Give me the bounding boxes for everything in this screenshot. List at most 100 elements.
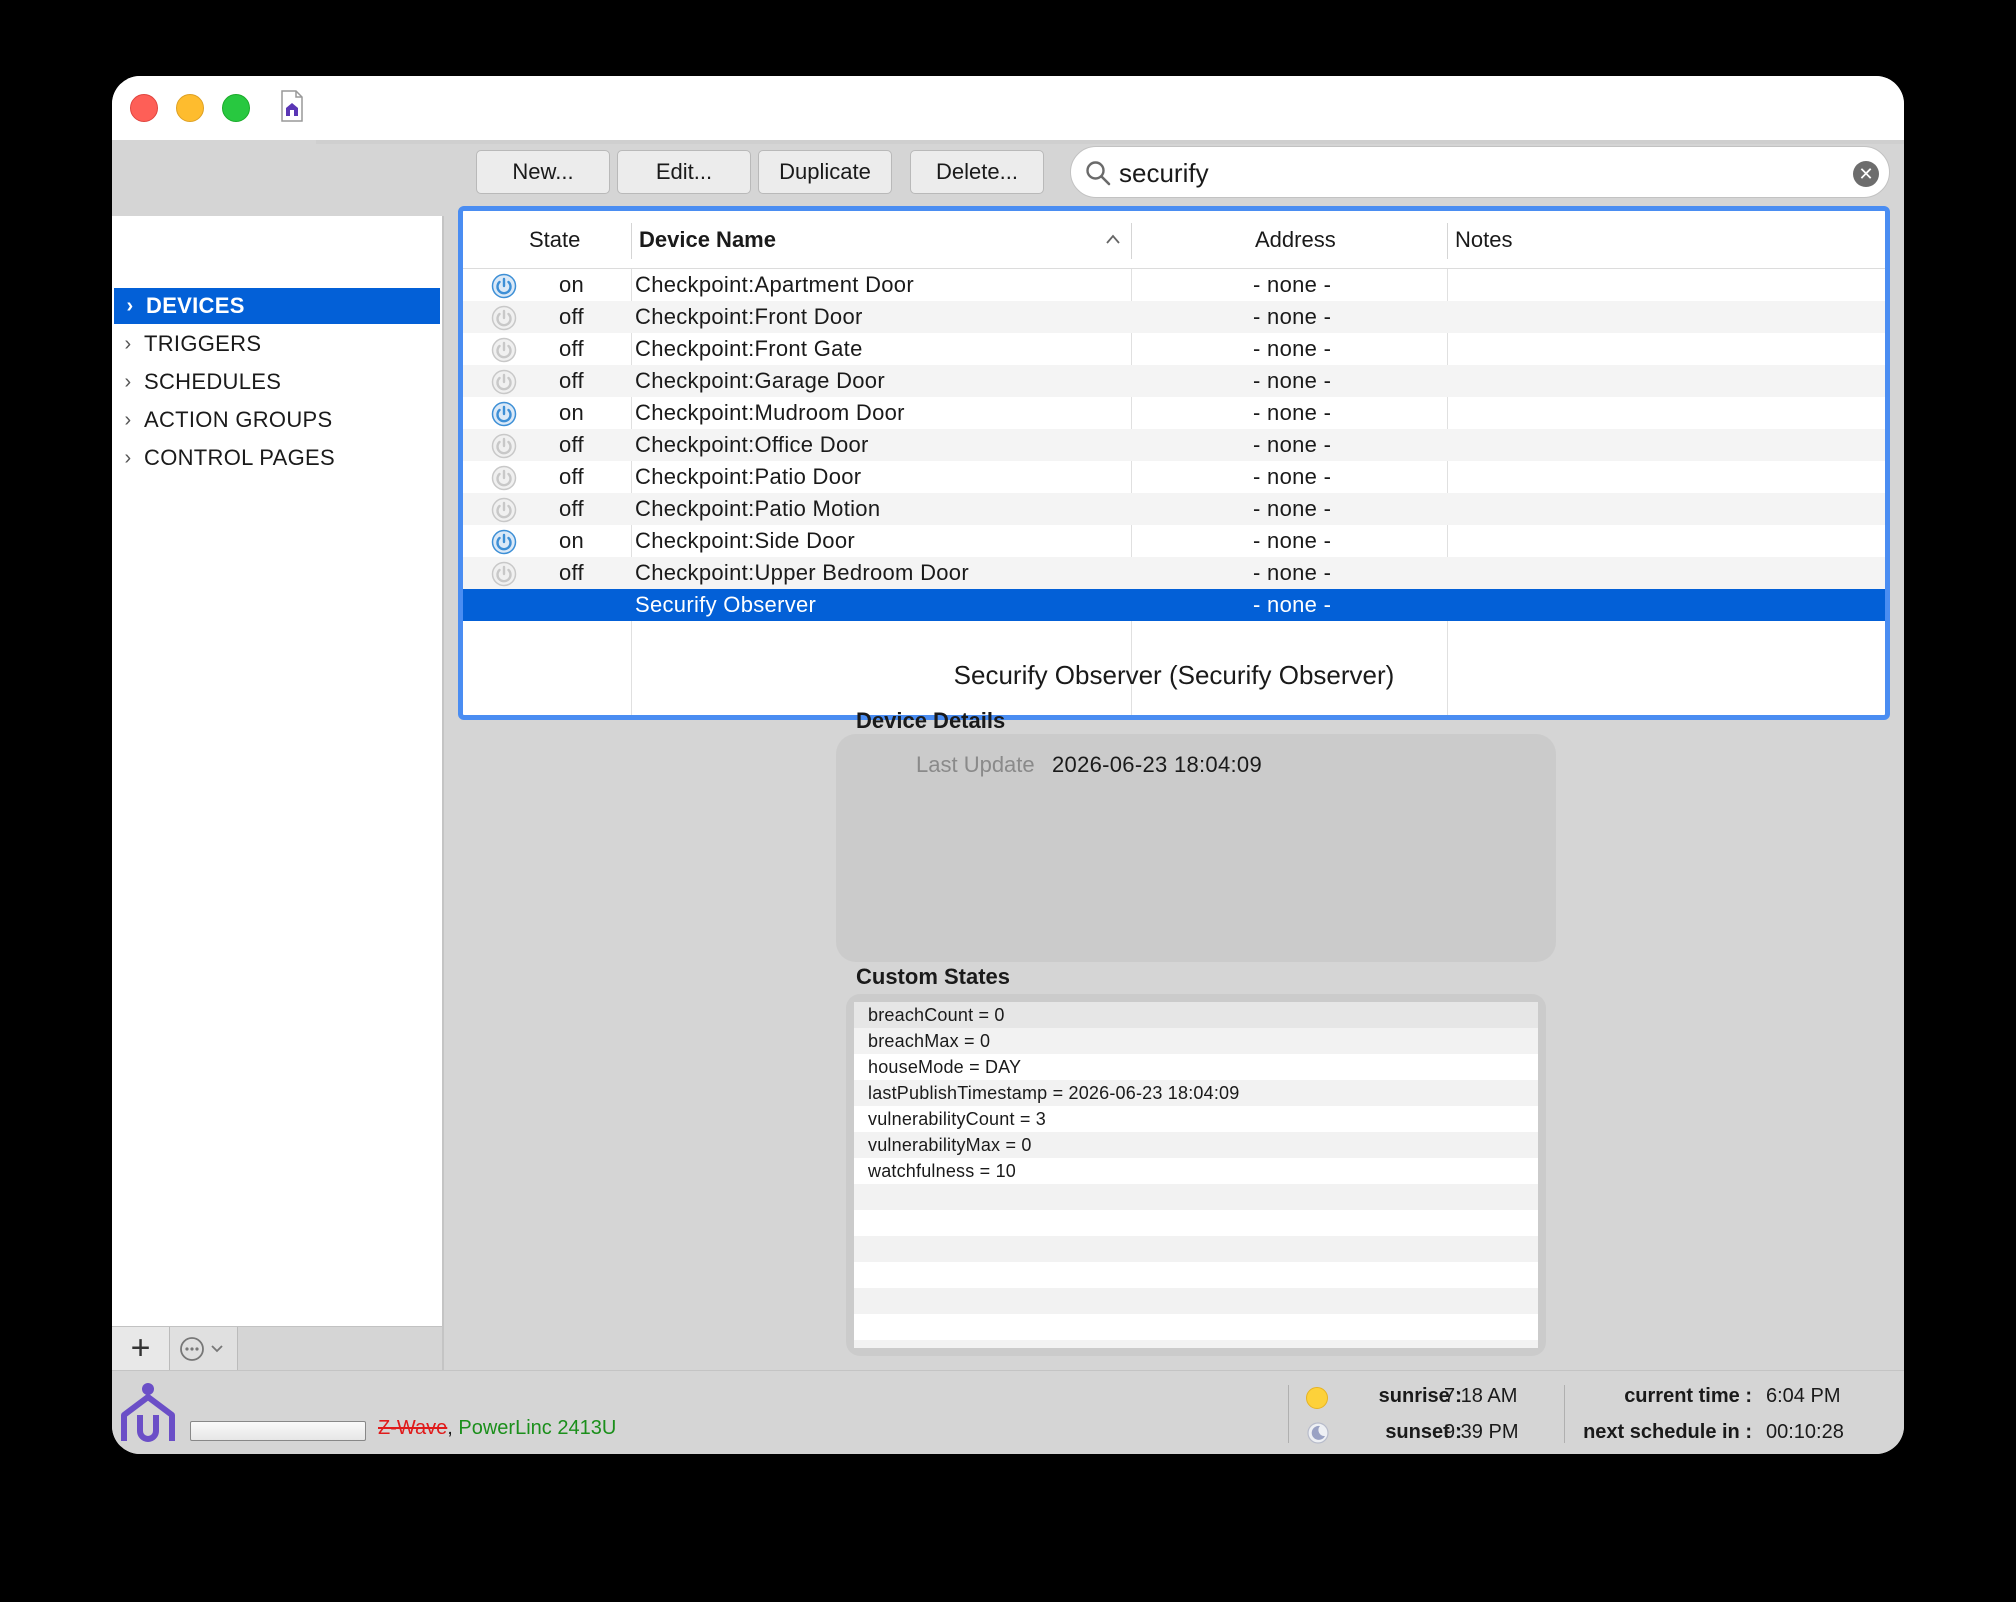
sidebar: › DEVICES › TRIGGERS › SCHEDULES › ACTIO… <box>112 216 442 1326</box>
last-update-label: Last Update <box>916 752 1035 777</box>
sidebar-item-label: TRIGGERS <box>144 331 262 356</box>
next-schedule-value: 00:10:28 <box>1766 1421 1844 1443</box>
sidebar-item-control-pages[interactable]: › CONTROL PAGES <box>112 440 442 476</box>
device-name-cell: Checkpoint:Apartment Door <box>635 272 914 297</box>
table-row[interactable]: off Checkpoint:Front Door - none - <box>463 301 1885 333</box>
delete-button[interactable]: Delete... <box>910 150 1044 194</box>
table-row[interactable]: Securify Observer - none - <box>463 589 1885 621</box>
table-row[interactable]: off Checkpoint:Front Gate - none - <box>463 333 1885 365</box>
edit-button[interactable]: Edit... <box>617 150 751 194</box>
title-bar <box>112 76 1904 140</box>
status-divider <box>1564 1385 1565 1443</box>
list-item[interactable]: vulnerabilityCount = 3 <box>854 1106 1538 1132</box>
duplicate-button[interactable]: Duplicate <box>758 150 892 194</box>
device-name-cell: Checkpoint:Side Door <box>635 528 856 553</box>
add-button[interactable]: + <box>112 1327 170 1371</box>
clear-icon[interactable]: ✕ <box>1853 161 1879 187</box>
search-input[interactable] <box>1119 155 1819 191</box>
list-item[interactable]: vulnerabilityMax = 0 <box>854 1132 1538 1158</box>
state-cell: on <box>559 272 585 297</box>
sunset-value: 9:39 PM <box>1444 1421 1519 1443</box>
state-cell: off <box>559 560 584 585</box>
interface-separator: , <box>447 1417 453 1439</box>
search-field[interactable]: ✕ <box>1070 146 1890 198</box>
more-actions-button[interactable] <box>170 1327 238 1371</box>
table-row[interactable]: on Checkpoint:Apartment Door - none - <box>463 269 1885 301</box>
sort-ascending-icon <box>1106 234 1120 244</box>
table-row[interactable]: off Checkpoint:Upper Bedroom Door - none - <box>463 557 1885 589</box>
column-divider <box>631 223 632 259</box>
indigo-logo-icon <box>121 1383 175 1442</box>
ellipsis-icon <box>180 1337 223 1361</box>
column-header-state[interactable]: State <box>529 211 580 269</box>
powerlinc-interface-status: PowerLinc 2413U <box>458 1417 617 1439</box>
address-cell: - none - <box>1253 272 1332 297</box>
sidebar-divider[interactable] <box>442 216 444 1370</box>
state-cell: off <box>559 464 584 489</box>
sidebar-item-triggers[interactable]: › TRIGGERS <box>112 326 442 362</box>
list-item[interactable]: lastPublishTimestamp = 2026-06-23 18:04:… <box>854 1080 1538 1106</box>
address-cell: - none - <box>1253 304 1332 329</box>
table-row[interactable]: off Checkpoint:Garage Door - none - <box>463 365 1885 397</box>
status-divider <box>1288 1385 1289 1443</box>
column-header-device-name[interactable]: Device Name <box>639 211 776 269</box>
device-name-cell: Checkpoint:Upper Bedroom Door <box>635 560 969 585</box>
custom-states-heading: Custom States <box>856 964 1011 989</box>
list-item[interactable]: watchfulness = 10 <box>854 1158 1538 1184</box>
custom-states-panel: breachCount = 0 breachMax = 0 houseMode = … <box>846 994 1546 1356</box>
state-cell: off <box>559 496 584 521</box>
device-name-cell: Checkpoint:Patio Motion <box>635 496 881 521</box>
custom-states-list[interactable]: breachCount = 0 breachMax = 0 houseMode = … <box>854 1002 1538 1348</box>
address-cell: - none - <box>1253 560 1332 585</box>
power-off-icon <box>491 337 517 363</box>
device-name-cell: Checkpoint:Office Door <box>635 432 869 457</box>
column-header-address[interactable]: Address <box>1255 211 1336 269</box>
power-on-icon <box>491 401 517 427</box>
sidebar-item-schedules[interactable]: › SCHEDULES <box>112 364 442 400</box>
table-row[interactable]: off Checkpoint:Patio Motion - none - <box>463 493 1885 525</box>
device-name-cell: Checkpoint:Front Gate <box>635 336 863 361</box>
app-window: New... Edit... Duplicate Delete... ✕ › D… <box>112 76 1904 1454</box>
device-name-cell: Checkpoint:Front Door <box>635 304 863 329</box>
close-window-button[interactable] <box>130 94 158 122</box>
table-row[interactable]: off Checkpoint:Patio Door - none - <box>463 461 1885 493</box>
power-off-icon <box>491 497 517 523</box>
device-detail-title: Securify Observer (Securify Observer) <box>953 660 1395 690</box>
power-off-icon <box>491 369 517 395</box>
list-item[interactable]: houseMode = DAY <box>854 1054 1538 1080</box>
state-cell: off <box>559 336 584 361</box>
next-schedule-label: next schedule in : <box>1583 1421 1752 1443</box>
sidebar-item-devices[interactable]: › DEVICES <box>114 288 440 324</box>
power-on-icon <box>491 529 517 555</box>
column-header-notes[interactable]: Notes <box>1455 211 1512 269</box>
empty-list-row <box>854 1262 1538 1288</box>
column-divider <box>1131 223 1132 259</box>
device-table[interactable]: State Device Name Address Notes on Checkp… <box>458 206 1890 720</box>
empty-list-row <box>854 1184 1538 1210</box>
list-item[interactable]: breachCount = 0 <box>854 1002 1538 1028</box>
minimize-window-button[interactable] <box>176 94 204 122</box>
chevron-right-icon: › <box>124 332 132 355</box>
chevron-right-icon: › <box>124 446 132 469</box>
empty-list-row <box>854 1288 1538 1314</box>
moon-icon <box>1307 1422 1329 1444</box>
new-button[interactable]: New... <box>476 150 610 194</box>
device-details-heading: Device Details <box>856 708 1006 733</box>
search-icon <box>1086 161 1111 186</box>
zoom-window-button[interactable] <box>222 94 250 122</box>
address-cell: - none - <box>1253 368 1332 393</box>
status-bar: Z-Wave, PowerLinc 2413U sunrise : 7:18 A… <box>112 1370 1904 1454</box>
table-row[interactable]: on Checkpoint:Mudroom Door - none - <box>463 397 1885 429</box>
sidebar-item-action-groups[interactable]: › ACTION GROUPS <box>112 402 442 438</box>
device-name-cell: Securify Observer <box>635 592 817 617</box>
empty-list-row <box>854 1314 1538 1340</box>
list-item[interactable]: breachMax = 0 <box>854 1028 1538 1054</box>
chevron-right-icon: › <box>126 294 134 317</box>
zwave-interface-status: Z-Wave <box>378 1417 448 1439</box>
state-cell: off <box>559 432 584 457</box>
table-row[interactable]: on Checkpoint:Side Door - none - <box>463 525 1885 557</box>
sunrise-value: 7:18 AM <box>1444 1385 1518 1407</box>
sidebar-item-label: ACTION GROUPS <box>144 407 333 432</box>
last-update-value: 2026-06-23 18:04:09 <box>1052 752 1262 777</box>
table-row[interactable]: off Checkpoint:Office Door - none - <box>463 429 1885 461</box>
